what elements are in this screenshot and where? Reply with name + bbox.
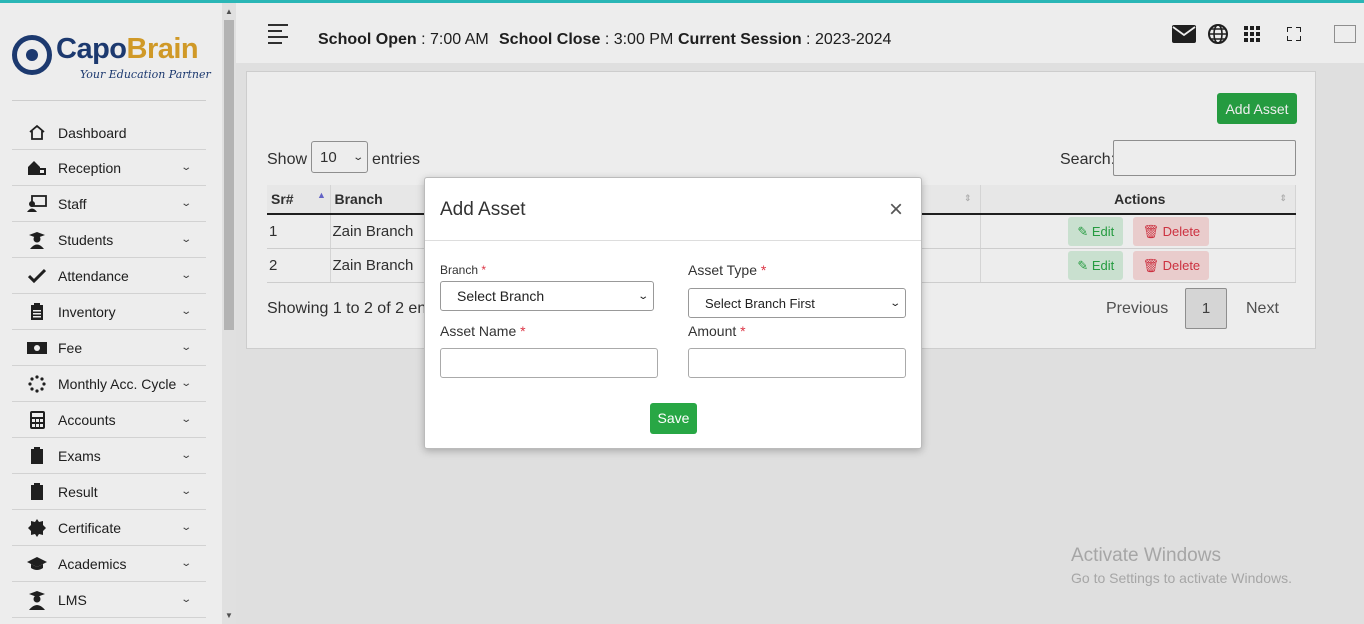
amount-label: Amount *	[688, 323, 746, 339]
activation-watermark-subtitle: Go to Settings to activate Windows.	[1071, 570, 1292, 586]
save-button[interactable]: Save	[650, 403, 697, 434]
close-icon[interactable]: ×	[889, 196, 903, 224]
chevron-down-icon: ⌄	[636, 290, 649, 302]
chevron-down-icon: ⌄	[888, 297, 901, 309]
modal-title: Add Asset	[440, 199, 526, 220]
add-asset-modal: Add Asset × Branch * Select Branch ⌄ Ass…	[424, 177, 922, 449]
amount-input[interactable]	[688, 348, 906, 378]
branch-select[interactable]: Select Branch ⌄	[440, 281, 654, 311]
divider	[425, 240, 921, 241]
branch-label: Branch *	[440, 263, 487, 277]
asset-name-label: Asset Name *	[440, 323, 526, 339]
asset-type-label: Asset Type *	[688, 262, 767, 278]
asset-name-input[interactable]	[440, 348, 658, 378]
activation-watermark-title: Activate Windows	[1071, 545, 1221, 566]
asset-type-select[interactable]: Select Branch First ⌄	[688, 288, 906, 318]
